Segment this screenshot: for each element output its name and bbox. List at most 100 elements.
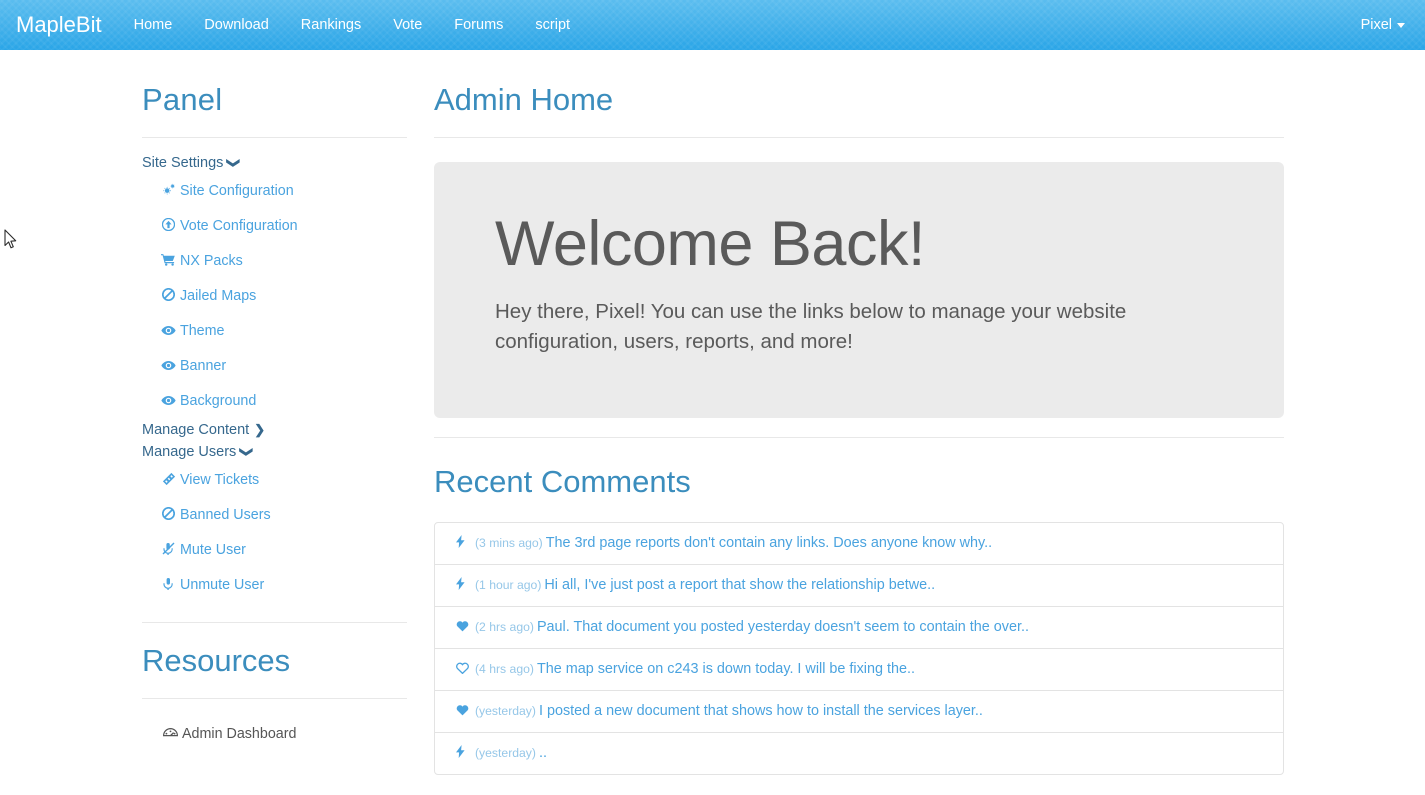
primary-nav: Home Download Rankings Vote Forums scrip… bbox=[118, 0, 586, 50]
sidebar-group-manage-content: Manage Content ❯ bbox=[142, 419, 407, 441]
sidebar-item-label: Vote Configuration bbox=[180, 218, 298, 234]
resources-title: Resources bbox=[142, 643, 291, 678]
resources-list: Admin Dashboard bbox=[142, 699, 407, 749]
nav-link-download[interactable]: Download bbox=[188, 0, 285, 50]
sidebar-group-label-site-settings: Site Settings bbox=[142, 155, 224, 171]
comment-text: .. bbox=[538, 745, 547, 761]
sidebar-sublist-site-settings: Site Configuration Vote Configuration NX… bbox=[142, 174, 407, 419]
chevron-down-icon bbox=[1397, 22, 1405, 28]
comment-text: I posted a new document that shows how t… bbox=[538, 703, 983, 719]
comment-timestamp: (yesterday) bbox=[475, 746, 536, 760]
heart-filled-icon bbox=[456, 704, 470, 720]
brand-logo[interactable]: MapleBit bbox=[0, 0, 118, 50]
list-item[interactable]: Theme bbox=[142, 314, 407, 349]
list-item[interactable]: Banner bbox=[142, 349, 407, 384]
panel-title: Panel bbox=[142, 82, 223, 117]
nav-item-vote[interactable]: Vote bbox=[377, 0, 438, 50]
welcome-heading: Welcome Back! bbox=[495, 209, 925, 279]
sidebar-group-toggle-site-settings[interactable]: Site Settings ❯ bbox=[142, 152, 407, 174]
resource-item-label: Admin Dashboard bbox=[182, 726, 297, 742]
bolt-icon bbox=[456, 535, 470, 552]
sidebar-item-label: Banner bbox=[180, 358, 227, 374]
sidebar-item-theme[interactable]: Theme bbox=[142, 314, 407, 349]
comment-row-5[interactable]: (yesterday) I posted a new document that … bbox=[435, 691, 1283, 733]
ban-icon bbox=[161, 506, 176, 524]
recent-comments-list: (3 mins ago) The 3rd page reports don't c… bbox=[434, 522, 1284, 775]
chevron-down-icon: ❯ bbox=[239, 446, 255, 458]
shopping-cart-icon bbox=[161, 253, 176, 270]
list-item[interactable]: NX Packs bbox=[142, 244, 407, 279]
chevron-right-icon: ❯ bbox=[254, 422, 266, 437]
comment-row-1[interactable]: (3 mins ago) The 3rd page reports don't c… bbox=[435, 523, 1283, 565]
comment-row-6[interactable]: (yesterday).. bbox=[435, 733, 1283, 774]
sidebar-group-site-settings: Site Settings ❯ Site Configuration Vote C… bbox=[142, 138, 407, 419]
user-menu-toggle[interactable]: Pixel bbox=[1361, 0, 1405, 50]
arrow-circle-up-icon bbox=[161, 217, 176, 235]
list-item[interactable]: Jailed Maps bbox=[142, 279, 407, 314]
sidebar-item-banned-users[interactable]: Banned Users bbox=[142, 498, 407, 533]
user-menu-label: Pixel bbox=[1360, 17, 1392, 33]
sidebar-sublist-manage-users: View Tickets Banned Users Mute User Unmu… bbox=[142, 463, 407, 603]
chevron-down-icon: ❯ bbox=[226, 157, 242, 169]
microphone-icon bbox=[161, 577, 176, 594]
sidebar-item-label: Banned Users bbox=[180, 507, 271, 523]
list-item[interactable]: Banned Users bbox=[142, 498, 407, 533]
sidebar-item-view-tickets[interactable]: View Tickets bbox=[142, 463, 407, 498]
sidebar-item-banner[interactable]: Banner bbox=[142, 349, 407, 384]
sidebar-item-label: NX Packs bbox=[180, 253, 243, 269]
comment-text: Hi all, I've just post a report that sho… bbox=[544, 577, 936, 593]
nav-link-home[interactable]: Home bbox=[118, 0, 189, 50]
list-item[interactable]: Background bbox=[142, 384, 407, 419]
sidebar-group-manage-users: Manage Users ❯ View Tickets Banned Users … bbox=[142, 441, 407, 603]
comment-text: The map service on c243 is down today. I… bbox=[536, 661, 916, 677]
nav-link-vote[interactable]: Vote bbox=[377, 0, 438, 50]
sidebar-group-toggle-manage-content[interactable]: Manage Content ❯ bbox=[142, 419, 407, 441]
welcome-jumbotron: Welcome Back! Hey there, Pixel! You can … bbox=[434, 162, 1284, 418]
resource-item-admin-dashboard[interactable]: Admin Dashboard bbox=[142, 721, 407, 749]
sidebar-group-label-manage-content: Manage Content bbox=[142, 422, 250, 438]
list-item[interactable]: Unmute User bbox=[142, 568, 407, 603]
sidebar-item-jailed-maps[interactable]: Jailed Maps bbox=[142, 279, 407, 314]
sidebar-item-nx-packs[interactable]: NX Packs bbox=[142, 244, 407, 279]
nav-link-rankings[interactable]: Rankings bbox=[285, 0, 377, 50]
sidebar-item-label: Background bbox=[180, 393, 257, 409]
list-item[interactable]: Vote Configuration bbox=[142, 209, 407, 244]
bolt-icon bbox=[456, 577, 470, 594]
list-item[interactable]: Admin Dashboard bbox=[142, 721, 407, 749]
comment-row-4[interactable]: (4 hrs ago) The map service on c243 is do… bbox=[435, 649, 1283, 691]
eye-icon bbox=[161, 394, 176, 410]
comment-row-2[interactable]: (1 hour ago) Hi all, I've just post a rep… bbox=[435, 565, 1283, 607]
comment-timestamp: (yesterday) bbox=[475, 704, 536, 718]
sidebar-item-label: View Tickets bbox=[180, 472, 260, 488]
sidebar-item-mute-user[interactable]: Mute User bbox=[142, 533, 407, 568]
list-item[interactable]: Site Configuration bbox=[142, 174, 407, 209]
mouse-cursor bbox=[4, 229, 18, 255]
microphone-slash-icon bbox=[161, 542, 176, 559]
sidebar: Panel Site Settings ❯ Site Configuration … bbox=[142, 50, 407, 749]
sidebar-item-label: Jailed Maps bbox=[180, 288, 257, 304]
nav-link-script[interactable]: script bbox=[519, 0, 586, 50]
sidebar-item-label: Mute User bbox=[180, 542, 246, 558]
nav-item-rankings[interactable]: Rankings bbox=[285, 0, 377, 50]
sidebar-item-site-configuration[interactable]: Site Configuration bbox=[142, 174, 407, 209]
list-item[interactable]: Mute User bbox=[142, 533, 407, 568]
sidebar-item-label: Theme bbox=[180, 323, 225, 339]
comment-text: The 3rd page reports don't contain any l… bbox=[545, 535, 993, 551]
nav-item-forums[interactable]: Forums bbox=[438, 0, 519, 50]
heart-filled-icon bbox=[456, 620, 470, 636]
sidebar-item-vote-configuration[interactable]: Vote Configuration bbox=[142, 209, 407, 244]
nav-item-home[interactable]: Home bbox=[118, 0, 189, 50]
user-menu[interactable]: Pixel bbox=[1361, 0, 1425, 50]
nav-item-script[interactable]: script bbox=[519, 0, 586, 50]
comment-row-3[interactable]: (2 hrs ago) Paul. That document you poste… bbox=[435, 607, 1283, 649]
ticket-icon bbox=[161, 472, 176, 489]
bolt-icon bbox=[456, 745, 470, 762]
sidebar-group-toggle-manage-users[interactable]: Manage Users ❯ bbox=[142, 441, 407, 463]
nav-link-forums[interactable]: Forums bbox=[438, 0, 519, 50]
dashboard-icon bbox=[162, 727, 178, 744]
nav-item-download[interactable]: Download bbox=[188, 0, 285, 50]
list-item[interactable]: View Tickets bbox=[142, 463, 407, 498]
page-container: Panel Site Settings ❯ Site Configuration … bbox=[0, 50, 1425, 795]
sidebar-item-unmute-user[interactable]: Unmute User bbox=[142, 568, 407, 603]
sidebar-item-background[interactable]: Background bbox=[142, 384, 407, 419]
